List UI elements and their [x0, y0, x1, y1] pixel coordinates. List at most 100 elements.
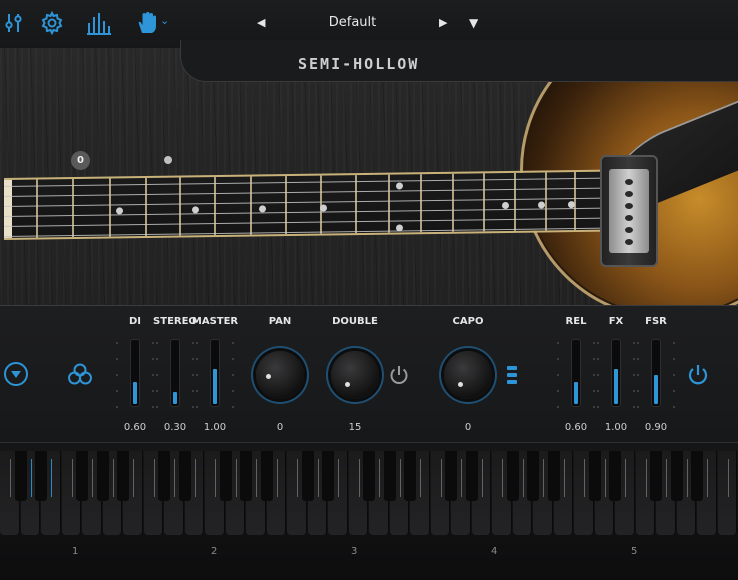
- fader-tick: [673, 374, 675, 376]
- fader-tick: [633, 342, 635, 344]
- preset-menu-button[interactable]: ▼: [469, 16, 478, 30]
- position-marker-dot[interactable]: [164, 156, 172, 164]
- capo-icon[interactable]: [506, 364, 518, 388]
- fader-tick: [673, 358, 675, 360]
- key-indicator: [543, 459, 545, 497]
- double-power-icon[interactable]: [388, 364, 410, 386]
- fader-tick: [673, 406, 675, 408]
- black-key[interactable]: [404, 451, 416, 501]
- gear-icon[interactable]: [38, 9, 66, 37]
- key-indicator: [71, 459, 73, 497]
- fader-tick: [196, 342, 198, 344]
- hand-menu-chevron-icon[interactable]: ⌄: [160, 14, 169, 27]
- fader-label: MASTER: [191, 316, 239, 327]
- black-key[interactable]: [14, 451, 27, 501]
- expand-panel-button[interactable]: [3, 361, 29, 387]
- black-key[interactable]: [260, 451, 273, 501]
- fader-stereo[interactable]: [170, 339, 180, 407]
- mixer-bars-icon[interactable]: [85, 9, 113, 37]
- fretboard[interactable]: [4, 169, 604, 240]
- keyboard[interactable]: 1 2 3 4 5: [0, 443, 738, 580]
- fader-fx[interactable]: [611, 339, 621, 407]
- octave-label: 3: [351, 546, 358, 557]
- key-indicator: [686, 459, 688, 497]
- fader-level: [614, 368, 618, 404]
- fret: [574, 172, 576, 231]
- black-key[interactable]: [96, 451, 109, 501]
- fret: [285, 176, 287, 235]
- knob-capo[interactable]: [444, 351, 492, 399]
- fret-position-badge[interactable]: 0: [71, 151, 90, 170]
- knob-label: PAN: [268, 316, 292, 327]
- preset-prev-button[interactable]: ◀: [257, 16, 265, 29]
- settings-sliders-icon[interactable]: [0, 9, 28, 37]
- octave-label: 2: [211, 546, 218, 557]
- black-key[interactable]: [588, 451, 601, 501]
- fader-tick: [192, 358, 194, 360]
- fader-tick: [152, 374, 154, 376]
- fader-tick: [637, 342, 639, 344]
- header-panel: [180, 40, 738, 82]
- preset-next-button[interactable]: ▶: [439, 16, 447, 29]
- fader-tick: [597, 358, 599, 360]
- black-key[interactable]: [76, 451, 88, 501]
- pickup-pole: [625, 203, 633, 209]
- knob-double[interactable]: [331, 351, 379, 399]
- black-key[interactable]: [691, 451, 703, 501]
- fader-rel[interactable]: [571, 339, 581, 407]
- fader-tick: [557, 406, 559, 408]
- preset-name[interactable]: Default: [300, 15, 405, 30]
- black-key[interactable]: [445, 451, 457, 501]
- fader-tick: [673, 390, 675, 392]
- black-key[interactable]: [322, 451, 334, 501]
- black-key[interactable]: [670, 451, 683, 501]
- fx-power-button[interactable]: [686, 363, 710, 387]
- black-key[interactable]: [506, 451, 519, 501]
- fader-tick: [152, 358, 154, 360]
- fader-tick: [152, 342, 154, 344]
- key-indicator: [625, 459, 627, 497]
- fader-tick: [673, 342, 675, 344]
- black-key[interactable]: [301, 451, 314, 501]
- fader-tick: [156, 342, 158, 344]
- key-indicator: [522, 459, 524, 497]
- fader-value: 0.90: [644, 422, 668, 433]
- key-indicator: [420, 459, 422, 497]
- hand-icon[interactable]: [133, 9, 161, 37]
- key-indicator: [707, 459, 709, 497]
- key-indicator: [481, 459, 483, 497]
- fader-tick: [152, 406, 154, 408]
- black-key[interactable]: [117, 451, 129, 501]
- fret: [109, 178, 111, 237]
- black-key[interactable]: [527, 451, 539, 501]
- key-indicator: [461, 459, 463, 497]
- knob-pan[interactable]: [256, 351, 304, 399]
- triple-loop-icon[interactable]: [66, 362, 94, 386]
- fader-master[interactable]: [210, 339, 220, 407]
- black-key[interactable]: [240, 451, 252, 501]
- black-key[interactable]: [178, 451, 191, 501]
- key-indicator: [276, 459, 278, 497]
- fret-inlay: [502, 201, 509, 210]
- nut: [4, 179, 12, 238]
- black-key[interactable]: [219, 451, 232, 501]
- fader-tick: [597, 390, 599, 392]
- black-key[interactable]: [465, 451, 478, 501]
- fader-tick: [637, 390, 639, 392]
- control-panel: DI 0.60 STEREO 0.30 MASTER 1.00 REL 0.60 FX 1.00 F…: [0, 305, 738, 443]
- black-key[interactable]: [609, 451, 621, 501]
- fader-tick: [637, 358, 639, 360]
- fader-tick: [196, 406, 198, 408]
- black-key[interactable]: [158, 451, 170, 501]
- fader-fsr[interactable]: [651, 339, 661, 407]
- fader-tick: [597, 374, 599, 376]
- black-key[interactable]: [383, 451, 396, 501]
- black-key[interactable]: [35, 451, 47, 501]
- black-key[interactable]: [363, 451, 375, 501]
- key-indicator: [215, 459, 217, 497]
- key-indicator: [194, 459, 196, 497]
- black-key[interactable]: [650, 451, 662, 501]
- black-key[interactable]: [547, 451, 560, 501]
- knob-value: 15: [348, 422, 362, 433]
- fader-di[interactable]: [130, 339, 140, 407]
